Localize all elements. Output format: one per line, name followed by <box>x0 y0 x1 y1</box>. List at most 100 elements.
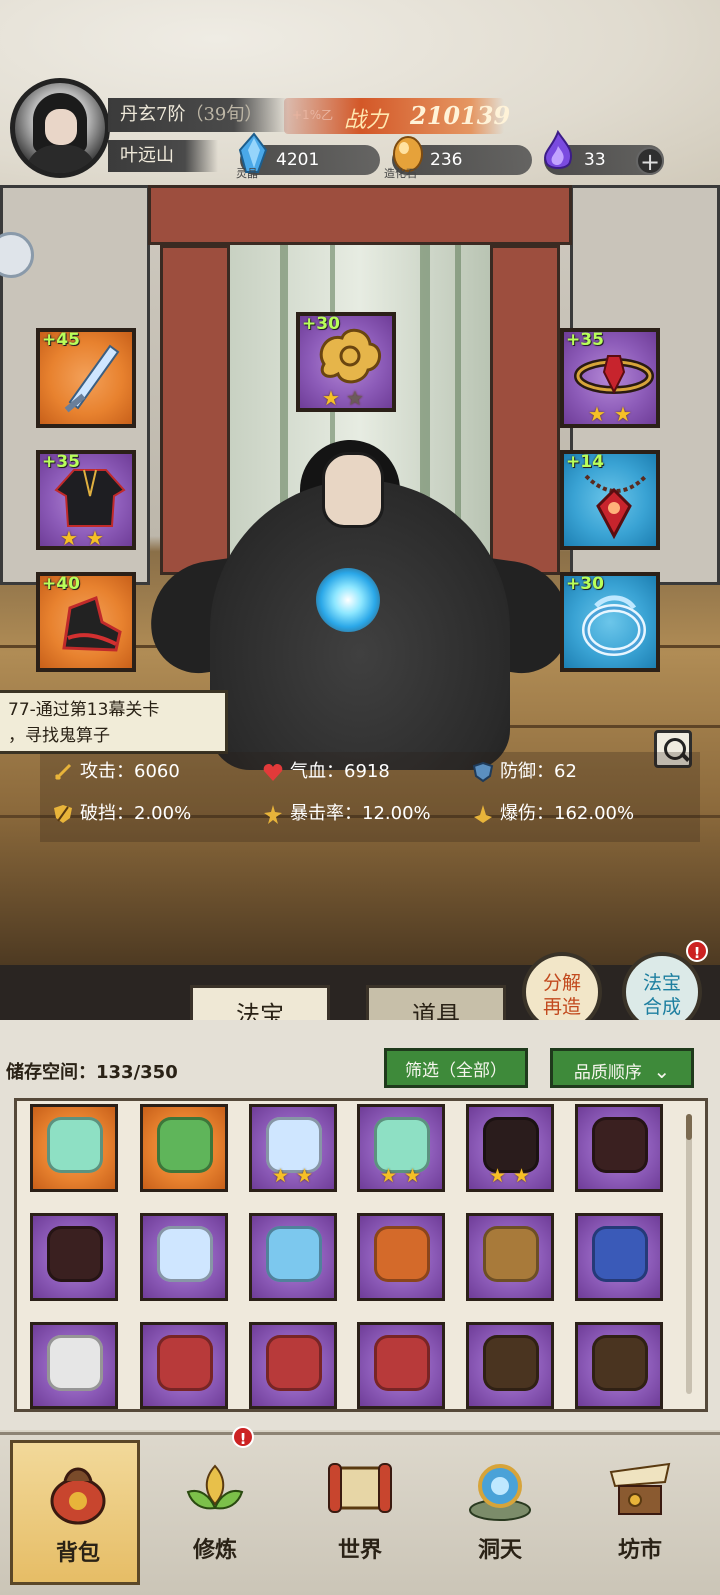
power-value: 210139 <box>410 101 511 130</box>
inventory-item[interactable] <box>357 1213 445 1301</box>
star-icon: ★ <box>272 1165 290 1187</box>
inventory-item[interactable]: ★ ★ <box>357 1104 445 1192</box>
stat-attack: 攻击：6060 <box>52 757 180 783</box>
equip-slot-top-center[interactable]: +30 ★ ★ <box>296 312 396 412</box>
purple-flame-icon <box>544 130 572 169</box>
decompose-label-1: 分解 <box>542 972 581 994</box>
inventory-item[interactable] <box>466 1322 554 1409</box>
inventory-item[interactable] <box>249 1322 337 1409</box>
door-beam <box>148 185 572 245</box>
equip-slot-right-1[interactable]: +35 ★ ★ <box>560 328 660 428</box>
nav-world[interactable]: 世界 <box>295 1440 425 1585</box>
star-empty-icon: ★ <box>346 386 364 410</box>
equip-slot-left-1[interactable]: +45 <box>36 328 136 428</box>
quest-tracker[interactable]: 77-通过第13幕关卡 ，寻找鬼算子 <box>0 690 228 754</box>
realm-plate: 丹玄7阶（39旬） <box>108 98 288 132</box>
star-icon: ★ <box>380 1165 398 1187</box>
stat-label: 气血： <box>290 761 344 782</box>
inventory-item[interactable] <box>30 1322 118 1409</box>
inventory-item[interactable] <box>575 1213 663 1301</box>
nav-market[interactable]: 坊市 <box>575 1440 705 1585</box>
inventory-item[interactable] <box>466 1213 554 1301</box>
nav-alert-badge: ! <box>232 1426 254 1448</box>
bag-icon <box>50 1467 106 1525</box>
stat-crit-damage: 爆伤：162.00% <box>472 799 634 825</box>
market-icon <box>609 1462 671 1515</box>
inventory-item[interactable] <box>140 1322 228 1409</box>
nav-cultivate[interactable]: ! 修炼 <box>150 1426 280 1585</box>
inventory-item[interactable] <box>30 1213 118 1301</box>
equip-slot-left-3[interactable]: +40 <box>36 572 136 672</box>
demon-mask-icon <box>374 1335 430 1391</box>
stat-value: 62 <box>554 761 577 782</box>
stat-value: 6060 <box>134 761 180 782</box>
player-avatar[interactable] <box>10 78 110 178</box>
add-resource-button[interactable]: + <box>636 147 664 175</box>
scroll-map-icon <box>328 1463 392 1513</box>
dark-wheel-icon <box>47 1226 103 1282</box>
storage-capacity: 储存空间：133/350 <box>6 1058 178 1084</box>
star-icon: ★ <box>513 1165 531 1187</box>
inventory-item[interactable]: ★ ★ <box>466 1104 554 1192</box>
water-bow-icon <box>266 1226 322 1282</box>
star-icon: ★ <box>588 402 606 426</box>
combat-power: +1%乙 战力 210139 <box>284 98 510 134</box>
inventory-item[interactable] <box>575 1322 663 1409</box>
jade-fan-icon <box>47 1117 103 1173</box>
spirit-orb <box>316 568 380 632</box>
quest-line-2: ，寻找鬼算子 <box>8 726 110 746</box>
power-label: 战力 <box>344 108 389 133</box>
stat-defense: 防御：62 <box>472 757 577 783</box>
filter-button[interactable]: 筛选（全部） <box>384 1048 528 1088</box>
equip-slot-right-3[interactable]: +30 <box>560 572 660 672</box>
resource-value: 4201 <box>276 150 320 170</box>
crit-rate-icon <box>264 805 282 824</box>
break-guard-icon <box>54 805 72 823</box>
dark-robe-icon <box>54 469 126 527</box>
sort-dropdown[interactable]: 品质顺序 ⌄ <box>550 1048 694 1088</box>
nav-bag[interactable]: 背包 <box>10 1440 140 1585</box>
star-icon: ★ <box>404 1165 422 1187</box>
realm-text: 丹玄7阶 <box>120 104 186 125</box>
inventory-item[interactable] <box>140 1213 228 1301</box>
inventory-scrollbar[interactable] <box>686 1114 692 1394</box>
red-pendant-icon <box>584 474 648 540</box>
inventory-item[interactable] <box>30 1104 118 1192</box>
demon-mask-icon <box>157 1335 213 1391</box>
inventory-item[interactable] <box>249 1213 337 1301</box>
star-icon: ★ <box>296 1165 314 1187</box>
sword-stat-icon <box>54 763 72 781</box>
golden-cloud-icon <box>319 328 381 384</box>
synth-alert-badge: ! <box>686 940 708 962</box>
inventory-item[interactable] <box>575 1104 663 1192</box>
nav-label: 修炼 <box>192 1537 237 1563</box>
dark-wheel-icon <box>592 1117 648 1173</box>
left-door <box>160 245 230 575</box>
stat-break-guard: 破挡：2.00% <box>52 799 191 825</box>
blue-armor-icon <box>592 1226 648 1282</box>
equip-slot-right-2[interactable]: +14 <box>560 450 660 550</box>
stat-label: 暴击率： <box>290 803 362 824</box>
stat-value: 162.00% <box>554 803 635 824</box>
white-robe-icon <box>47 1335 103 1391</box>
equip-slot-left-2[interactable]: +35 ★ ★ <box>36 450 136 550</box>
heart-icon <box>263 764 283 781</box>
nav-dongtian[interactable]: 洞天 <box>435 1440 565 1585</box>
power-tag: +1%乙 <box>292 108 334 122</box>
resource-name: 造化石 <box>384 167 417 180</box>
star-icon: ★ <box>322 386 340 410</box>
stat-crit-rate: 暴击率：12.00% <box>262 799 431 825</box>
inventory-item[interactable] <box>140 1104 228 1192</box>
brown-robe-icon <box>483 1335 539 1391</box>
scroll-thumb[interactable] <box>686 1114 692 1140</box>
storage-value: 133/350 <box>96 1062 178 1083</box>
stat-label: 攻击： <box>80 761 134 782</box>
inventory-item[interactable] <box>357 1322 445 1409</box>
sword-icon <box>64 344 120 413</box>
tab-bar <box>0 965 720 1020</box>
inventory-item[interactable]: ★ ★ <box>249 1104 337 1192</box>
leaf-wreath-icon <box>157 1117 213 1173</box>
stat-value: 6918 <box>344 761 390 782</box>
stat-hp: 气血：6918 <box>262 757 390 783</box>
character-head <box>322 452 384 528</box>
